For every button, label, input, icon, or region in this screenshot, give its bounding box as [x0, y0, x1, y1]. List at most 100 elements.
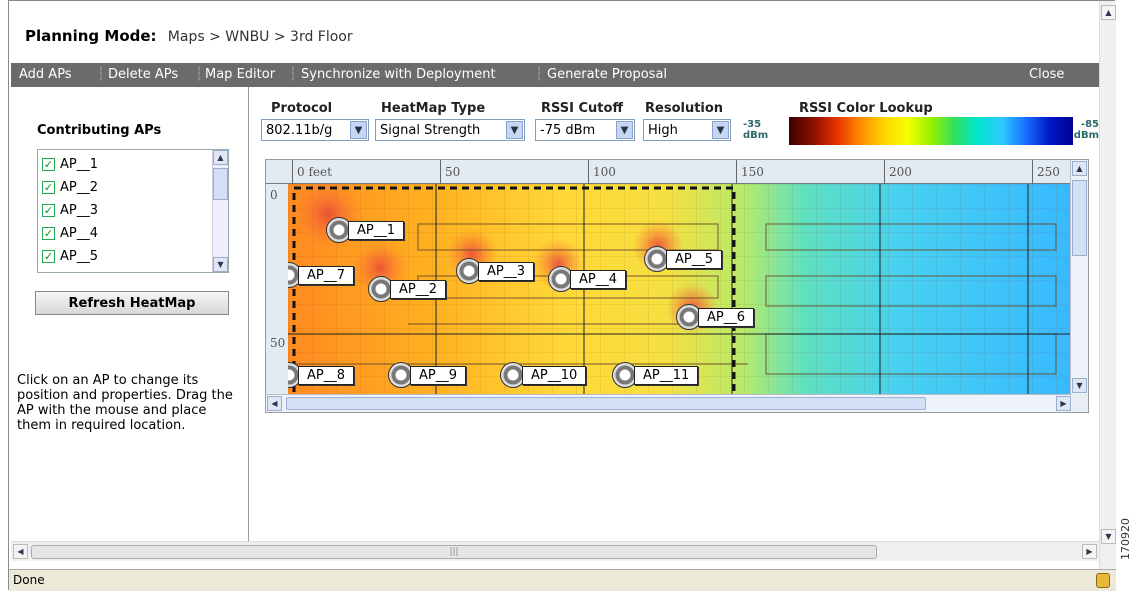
synchronize-menu-item[interactable]: Synchronize with Deployment — [301, 67, 496, 82]
rssi-color-lookup-label: RSSI Color Lookup — [799, 101, 933, 116]
status-bar: Done — [9, 569, 1116, 591]
scroll-up-icon[interactable]: ▲ — [1101, 5, 1116, 20]
scroll-up-icon[interactable]: ▲ — [213, 150, 228, 165]
heatmap-type-label: HeatMap Type — [381, 101, 486, 116]
scroll-right-icon[interactable]: ▶ — [1056, 396, 1071, 411]
access-point[interactable]: AP__9 — [388, 362, 467, 388]
scroll-right-icon[interactable]: ▶ — [1082, 544, 1097, 559]
ruler-tick: 0 — [270, 188, 278, 202]
page-vertical-scrollbar[interactable]: ▲ ▼ — [1099, 1, 1116, 569]
generate-proposal-menu-item[interactable]: Generate Proposal — [547, 67, 667, 82]
protocol-label: Protocol — [271, 101, 333, 116]
ap-name: AP__3 — [60, 202, 99, 218]
lookup-max-value: -85 — [1080, 119, 1099, 130]
protocol-select[interactable]: 802.11b/g ▼ — [261, 119, 369, 141]
access-point[interactable]: AP__7 — [288, 262, 355, 288]
delete-aps-menu-item[interactable]: Delete APs — [108, 67, 178, 82]
ruler-tick: 50 — [270, 336, 286, 350]
menu-separator: ┆ — [289, 67, 297, 82]
ap-name: AP__4 — [60, 225, 99, 241]
vertical-ruler: 0 50 — [266, 184, 288, 394]
floor-map-viewport[interactable]: 0 feet 50 100 150 200 250 0 50 AP__1 AP_… — [265, 159, 1089, 413]
scroll-thumb[interactable]: ||| — [31, 545, 877, 559]
scroll-down-icon[interactable]: ▼ — [213, 257, 228, 272]
access-point[interactable]: AP__11 — [612, 362, 699, 388]
ap-label: AP__4 — [570, 269, 627, 289]
map-horizontal-scrollbar[interactable]: ◀ ▶ — [266, 394, 1072, 412]
ap-list-scrollbar[interactable]: ▲ ▼ — [212, 150, 228, 272]
scroll-down-icon[interactable]: ▼ — [1101, 529, 1116, 544]
resolution-label: Resolution — [645, 101, 724, 116]
chevron-down-icon[interactable]: ▼ — [712, 121, 729, 139]
ap-label: AP__2 — [390, 279, 447, 299]
chevron-down-icon[interactable]: ▼ — [350, 121, 367, 139]
menu-bar: Add APs ┆ Delete APs ┆ Map Editor ┆ Sync… — [11, 63, 1101, 87]
left-pane: Contributing APs ✓ AP__1 ✓ AP__2 ✓ AP__3 ✓ A… — [11, 87, 249, 541]
ap-label: AP__7 — [298, 265, 355, 285]
figure-id: 170920 — [1119, 518, 1132, 560]
horizontal-ruler: 0 feet 50 100 150 200 250 — [266, 160, 1072, 184]
ap-label: AP__6 — [698, 307, 755, 327]
scroll-left-icon[interactable]: ◀ — [13, 544, 28, 559]
close-menu-item[interactable]: Close — [1029, 67, 1064, 82]
ap-label: AP__10 — [522, 365, 587, 385]
scroll-thumb[interactable] — [213, 168, 228, 200]
list-item: ✓ AP__3 — [42, 200, 98, 220]
breadcrumb: Maps > WNBU > 3rd Floor — [167, 29, 353, 45]
rssi-cutoff-label: RSSI Cutoff — [541, 101, 623, 116]
access-point[interactable]: AP__5 — [644, 246, 723, 272]
contributing-aps-title: Contributing APs — [37, 123, 162, 138]
heatmap-type-select[interactable]: Signal Strength ▼ — [375, 119, 525, 141]
scroll-left-icon[interactable]: ◀ — [267, 396, 282, 411]
access-point[interactable]: AP__8 — [288, 362, 355, 388]
scroll-up-icon[interactable]: ▲ — [1072, 161, 1087, 176]
resolution-value: High — [648, 122, 678, 138]
menu-separator: ┆ — [97, 67, 105, 82]
menu-separator: ┆ — [195, 67, 203, 82]
menu-separator: ┆ — [535, 67, 543, 82]
scroll-down-icon[interactable]: ▼ — [1072, 378, 1087, 393]
refresh-heatmap-button[interactable]: Refresh HeatMap — [35, 291, 229, 315]
ap-checkbox[interactable]: ✓ — [42, 226, 55, 240]
add-aps-menu-item[interactable]: Add APs — [19, 67, 72, 82]
heatmap-canvas[interactable]: AP__1 AP__7 AP__2 AP__3 AP__4 AP__5 AP__… — [288, 184, 1072, 394]
ap-name: AP__2 — [60, 179, 99, 195]
ap-label: AP__5 — [666, 249, 723, 269]
access-point[interactable]: AP__1 — [326, 217, 405, 243]
title-text: Planning Mode: — [25, 27, 157, 45]
ruler-tick: 200 — [884, 160, 912, 184]
ap-label: AP__8 — [298, 365, 355, 385]
lookup-unit: dBm — [743, 130, 769, 141]
rssi-color-scale — [789, 117, 1073, 145]
ruler-tick: 250 — [1032, 160, 1060, 184]
chevron-down-icon[interactable]: ▼ — [616, 121, 633, 139]
chevron-down-icon[interactable]: ▼ — [506, 121, 523, 139]
access-point[interactable]: AP__3 — [456, 258, 535, 284]
ap-name: AP__1 — [60, 156, 99, 172]
resolution-select[interactable]: High ▼ — [643, 119, 731, 141]
map-editor-menu-item[interactable]: Map Editor — [205, 67, 275, 82]
list-item: ✓ AP__5 — [42, 246, 98, 266]
ap-checkbox[interactable]: ✓ — [42, 249, 55, 263]
access-point[interactable]: AP__10 — [500, 362, 587, 388]
ap-label: AP__9 — [410, 365, 467, 385]
scroll-thumb[interactable] — [286, 397, 926, 410]
map-vertical-scrollbar[interactable]: ▲ ▼ — [1070, 160, 1088, 394]
lookup-unit: dBm — [1073, 130, 1099, 141]
heatmap-controls: Protocol 802.11b/g ▼ HeatMap Type Signal… — [259, 97, 1099, 153]
protocol-value: 802.11b/g — [266, 122, 333, 138]
access-point[interactable]: AP__6 — [676, 304, 755, 330]
rssi-cutoff-select[interactable]: -75 dBm ▼ — [535, 119, 635, 141]
list-item: ✓ AP__2 — [42, 177, 98, 197]
access-point[interactable]: AP__2 — [368, 276, 447, 302]
ap-checkbox[interactable]: ✓ — [42, 180, 55, 194]
scroll-thumb[interactable] — [1072, 180, 1087, 256]
list-item: ✓ AP__1 — [42, 154, 98, 174]
ap-checkbox[interactable]: ✓ — [42, 203, 55, 217]
page-horizontal-scrollbar[interactable]: ◀ ||| ▶ — [11, 541, 1099, 561]
lock-icon — [1096, 573, 1110, 588]
planning-mode-window: Planning Mode: Maps > WNBU > 3rd Floor A… — [8, 0, 1116, 591]
ap-label: AP__1 — [348, 220, 405, 240]
access-point[interactable]: AP__4 — [548, 266, 627, 292]
ap-checkbox[interactable]: ✓ — [42, 157, 55, 171]
